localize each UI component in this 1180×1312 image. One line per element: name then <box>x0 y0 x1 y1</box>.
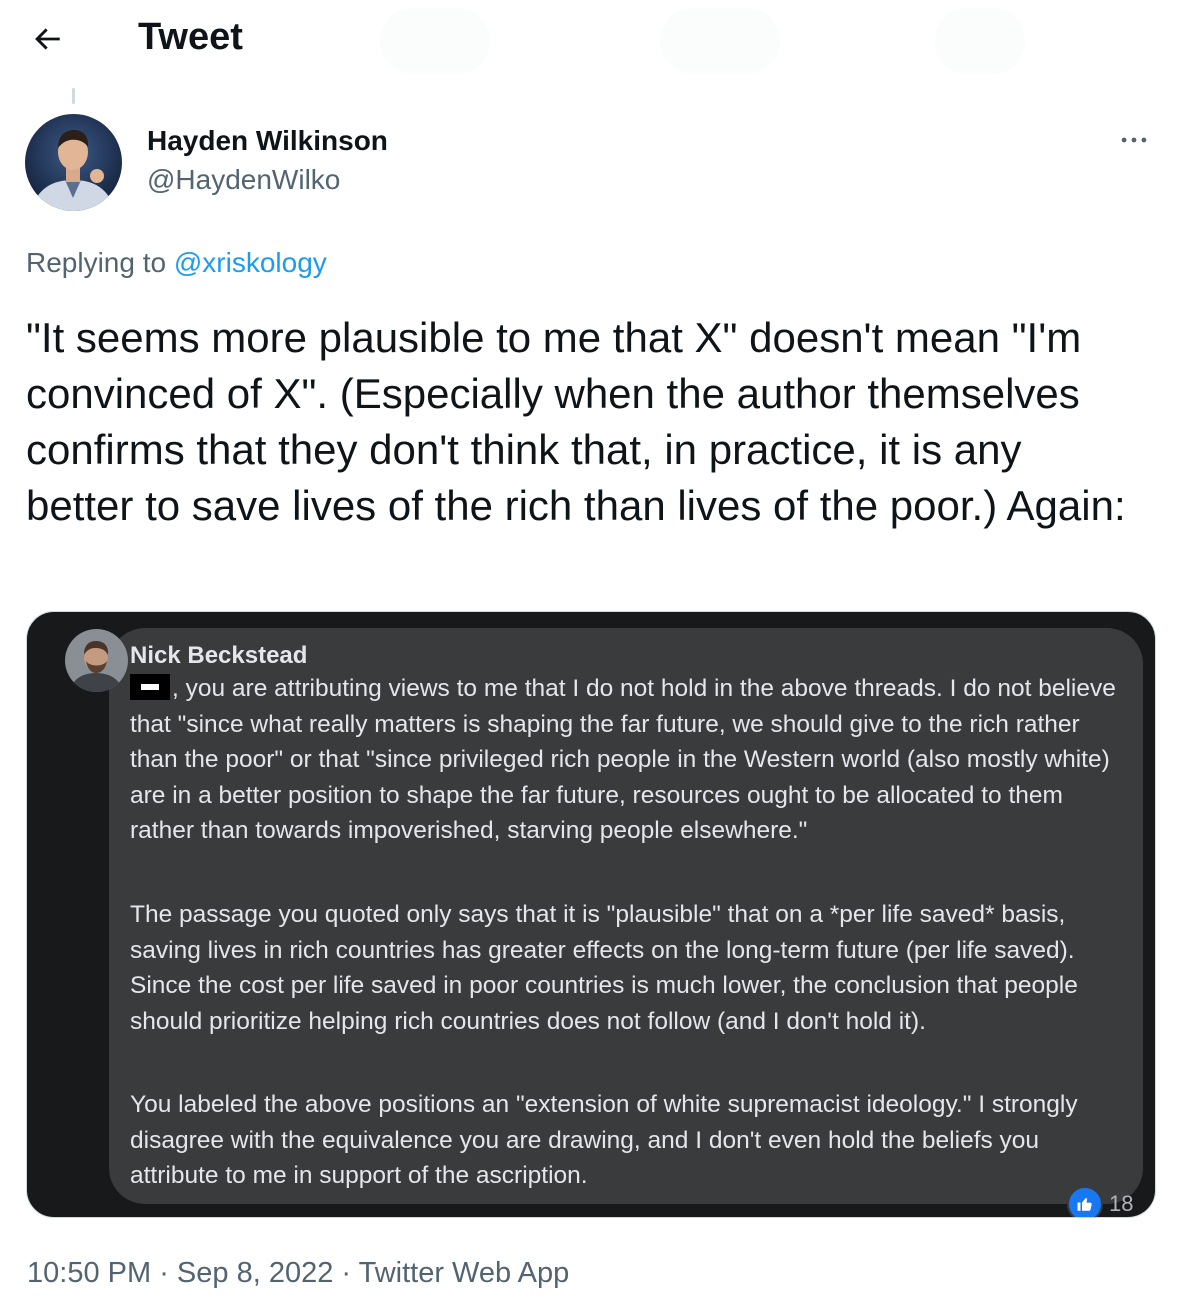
comment-paragraph: You labeled the above positions an "exte… <box>130 1091 1078 1189</box>
comment-paragraph: The passage you quoted only says that it… <box>130 901 1078 1035</box>
replying-to-line: Replying to @xriskology <box>26 245 327 281</box>
replying-mention-link[interactable]: @xriskology <box>174 247 327 278</box>
back-button[interactable] <box>22 14 72 64</box>
faded-overlay-blob <box>380 8 490 74</box>
more-button[interactable] <box>1112 118 1156 162</box>
meta-separator: · <box>333 1257 359 1289</box>
comment-paragraph: , you are attributing views to me that I… <box>130 671 1130 849</box>
tweet-media-image[interactable]: Nick Beckstead , you are attributing vie… <box>26 611 1156 1218</box>
tweet-time[interactable]: 10:50 PM <box>27 1257 151 1289</box>
thumbs-up-icon <box>1067 1186 1103 1217</box>
tweet-text: "It seems more plausible to me that X" d… <box>26 314 1126 529</box>
redacted-name-block <box>130 674 170 700</box>
tweet-date[interactable]: Sep 8, 2022 <box>177 1257 333 1289</box>
tweet-source: Twitter Web App <box>358 1257 570 1289</box>
top-bar: Tweet <box>0 0 1180 78</box>
tweet-meta: 10:50 PM · Sep 8, 2022 · Twitter Web App <box>27 1253 569 1293</box>
replying-prefix: Replying to <box>26 247 167 278</box>
faded-overlay-blob <box>935 8 1025 74</box>
author-name[interactable]: Hayden Wilkinson <box>147 124 388 158</box>
commenter-name: Nick Beckstead <box>130 642 308 669</box>
reaction-count: 18 <box>1109 1191 1134 1216</box>
commenter-avatar <box>65 629 128 692</box>
page-title: Tweet <box>138 16 243 58</box>
more-horizontal-icon <box>1121 137 1147 143</box>
thread-connector-line <box>72 88 75 104</box>
arrow-left-icon <box>35 28 60 50</box>
author-avatar[interactable] <box>25 114 122 211</box>
reaction-summary: 18 <box>1067 1186 1134 1217</box>
meta-separator: · <box>151 1257 177 1289</box>
faded-overlay-blob <box>660 8 780 74</box>
author-handle[interactable]: @HaydenWilko <box>147 163 340 197</box>
comment-paragraph-1-text: , you are attributing views to me that I… <box>130 675 1116 844</box>
